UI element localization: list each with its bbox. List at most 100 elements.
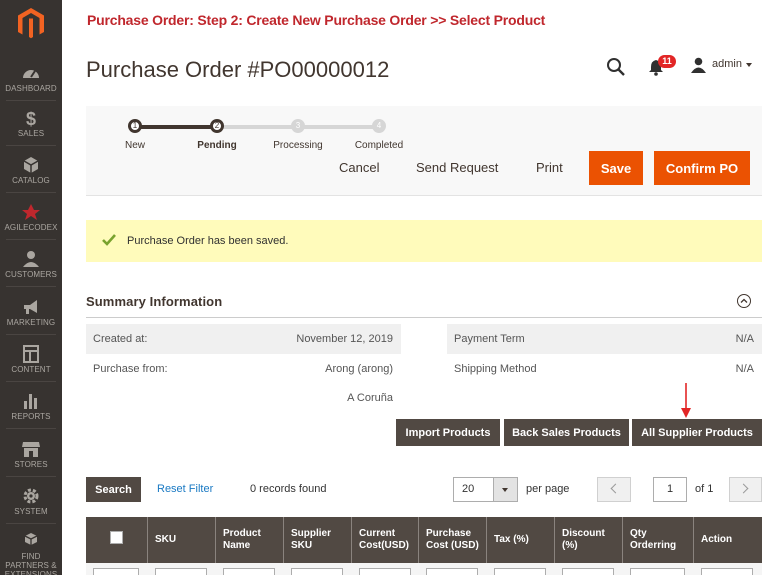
filter-select[interactable] (93, 568, 139, 575)
created-label: Created at: (93, 333, 148, 345)
annotation-arrow-icon (681, 383, 691, 418)
sidebar-item-marketing[interactable]: MARKETING (0, 296, 62, 342)
filter-tax-input[interactable] (494, 568, 546, 575)
sidebar-divider (6, 239, 56, 240)
per-page-label: per page (526, 483, 570, 495)
sidebar-item-sales[interactable]: $ SALES (0, 107, 62, 153)
filter-purchase-cost-input[interactable] (426, 568, 478, 575)
column-header[interactable]: Purchase Cost (USD) (419, 517, 487, 563)
summary-title: Summary Information (86, 294, 223, 309)
created-value: November 12, 2019 (296, 333, 393, 345)
filter-current-cost-input[interactable] (359, 568, 411, 575)
step-3-label: Processing (273, 140, 323, 151)
column-header[interactable]: Product Name (216, 517, 284, 563)
sidebar-divider (6, 523, 56, 524)
filter-qty-input[interactable] (630, 568, 685, 575)
dollar-icon: $ (26, 109, 36, 129)
sidebar-item-system[interactable]: SYSTEM (0, 485, 62, 531)
admin-user-menu[interactable]: admin (712, 58, 742, 70)
next-page-button[interactable] (729, 477, 762, 502)
page-title: Purchase Order #PO00000012 (86, 57, 390, 82)
cubes-icon (24, 533, 38, 545)
page-total: of 1 (695, 483, 714, 495)
magento-logo[interactable] (0, 0, 62, 48)
agilecodex-icon (22, 204, 40, 220)
previous-page-button[interactable] (597, 477, 631, 502)
megaphone-icon (24, 300, 37, 314)
sidebar-item-reports[interactable]: REPORTS (0, 390, 62, 436)
cancel-button[interactable]: Cancel (339, 160, 379, 175)
filter-discount-input[interactable] (562, 568, 614, 575)
chevron-up-icon (740, 298, 748, 303)
filter-action-input[interactable] (701, 568, 753, 575)
chevron-down-icon[interactable] (746, 63, 752, 67)
sidebar-divider (6, 428, 56, 429)
sidebar-item-label: SYSTEM (14, 507, 48, 516)
column-header[interactable]: SKU (148, 517, 216, 563)
filter-supplier-sku-input[interactable] (291, 568, 343, 575)
magento-logo-icon (18, 8, 44, 39)
confirm-po-button[interactable]: Confirm PO (654, 151, 750, 185)
import-products-button[interactable]: Import Products (396, 419, 500, 446)
sidebar-divider (6, 145, 56, 146)
notification-count-badge[interactable]: 11 (658, 55, 676, 68)
search-button[interactable]: Search (86, 477, 141, 502)
sidebar-item-label: CUSTOMERS (5, 270, 57, 279)
page-number-input[interactable]: 1 (653, 477, 687, 502)
sidebar-item-label: REPORTS (11, 412, 51, 421)
column-header[interactable]: Tax (%) (487, 517, 555, 563)
sidebar-divider (6, 100, 56, 101)
print-button[interactable]: Print (536, 160, 563, 175)
sidebar-item-dashboard[interactable]: DASHBOARD (0, 62, 62, 108)
column-header[interactable]: Supplier SKU (284, 517, 352, 563)
step-2-label: Pending (197, 140, 237, 151)
success-message: Purchase Order has been saved. (86, 220, 762, 262)
products-table-header: SKU Product Name Supplier SKU Current Co… (86, 517, 762, 563)
shipping-method-value: N/A (735, 363, 754, 375)
sidebar-item-agilecodex[interactable]: AGILECODEX (0, 201, 62, 247)
summary-divider (86, 317, 762, 318)
sidebar-item-label: FIND PARTNERS & EXTENSIONS (4, 552, 58, 575)
step-4-label: Completed (354, 140, 404, 151)
select-all-checkbox[interactable] (110, 531, 123, 544)
step-3-marker: 3 (291, 119, 305, 133)
sidebar-divider (6, 381, 56, 382)
back-sales-products-button[interactable]: Back Sales Products (504, 419, 629, 446)
step-1-marker: 1 (128, 119, 142, 133)
shipping-method-label: Shipping Method (454, 363, 537, 375)
all-supplier-products-button[interactable]: All Supplier Products (632, 419, 762, 446)
sidebar-item-label: MARKETING (6, 318, 56, 327)
user-icon[interactable] (691, 57, 706, 73)
sidebar-item-customers[interactable]: CUSTOMERS (0, 248, 62, 294)
search-icon[interactable] (606, 57, 626, 77)
column-header[interactable]: Discount (%) (555, 517, 623, 563)
step-1-label: New (124, 140, 146, 151)
store-icon (22, 442, 40, 457)
records-count: 0 records found (250, 483, 327, 495)
chevron-left-icon (610, 483, 621, 494)
sidebar-item-stores[interactable]: STORES (0, 438, 62, 484)
filter-name-input[interactable] (223, 568, 275, 575)
column-header[interactable]: Current Cost(USD) (352, 517, 419, 563)
step-2-marker: 2 (210, 119, 224, 133)
bar-chart-icon (24, 394, 37, 409)
checkmark-icon (102, 234, 116, 246)
sidebar-item-content[interactable]: CONTENT (0, 343, 62, 389)
cube-icon (23, 157, 39, 173)
collapse-toggle[interactable] (737, 294, 751, 308)
sidebar-item-catalog[interactable]: CATALOG (0, 154, 62, 200)
filter-sku-input[interactable] (155, 568, 207, 575)
sidebar-item-label: DASHBOARD (5, 84, 57, 93)
save-button[interactable]: Save (589, 151, 643, 185)
tutorial-annotation: Purchase Order: Step 2: Create New Purch… (87, 12, 546, 28)
chevron-right-icon (738, 483, 749, 494)
gear-icon (23, 488, 39, 504)
purchase-from-label: Purchase from: (93, 363, 168, 375)
sidebar-item-label: AGILECODEX (4, 223, 58, 232)
step-4-marker: 4 (372, 119, 386, 133)
send-request-button[interactable]: Send Request (416, 160, 498, 175)
column-header[interactable]: Qty Orderring (623, 517, 694, 563)
reset-filter-link[interactable]: Reset Filter (157, 483, 213, 495)
sidebar-divider (6, 192, 56, 193)
sidebar-item-partners[interactable]: FIND PARTNERS & EXTENSIONS (0, 530, 62, 575)
